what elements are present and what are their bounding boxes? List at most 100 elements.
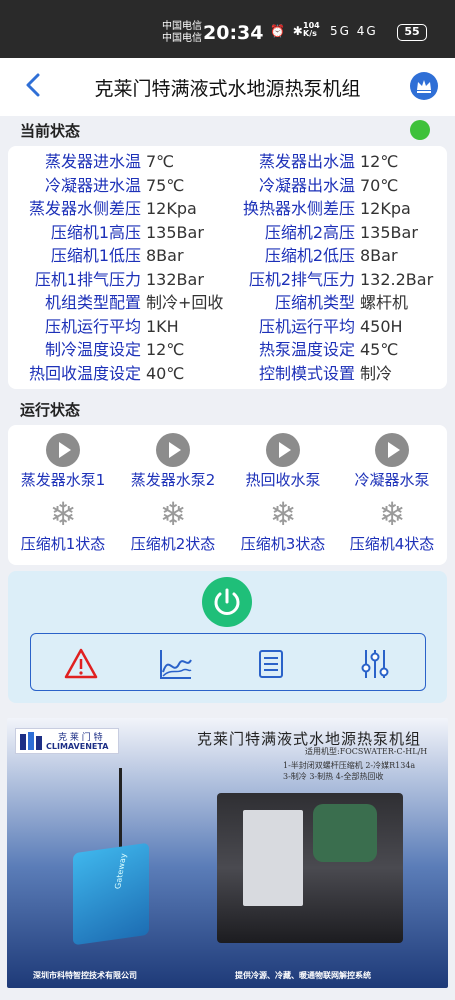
param-label: 冷凝器进水温 xyxy=(44,175,141,195)
compressor-label: 压缩机1状态 xyxy=(20,535,106,553)
online-status-indicator xyxy=(410,120,430,140)
chiller-control-panel-image xyxy=(243,810,303,906)
compressor-label: 压缩机4状态 xyxy=(349,535,435,553)
compressor-status-item: ❄ 压缩机4状态 xyxy=(337,497,447,554)
power-button[interactable] xyxy=(202,577,252,627)
param-row: 机组类型配置 制冷+回收 压缩机类型 螺杆机 xyxy=(8,291,447,314)
param-label: 压缩机2高压 xyxy=(264,222,355,242)
param-row: 蒸发器水侧差压 12Kpa 换热器水侧差压 12Kpa xyxy=(8,197,447,220)
battery-icon: 55 xyxy=(397,24,427,41)
param-value: 70℃ xyxy=(360,175,399,195)
crown-icon[interactable] xyxy=(410,72,438,100)
param-label: 蒸发器出水温 xyxy=(258,152,355,171)
param-value: 40℃ xyxy=(146,363,185,383)
param-label: 换热器水侧差压 xyxy=(242,199,355,218)
banner-model: 适用机型:FOCSWATER-C-HL/H xyxy=(305,747,428,756)
settings-sliders-icon[interactable] xyxy=(357,646,393,682)
pump-status-item: 蒸发器水泵2 xyxy=(118,433,228,490)
product-banner: 克 莱 门 特 CLIMAVENETA 克莱门特满液式水地源热泵机组 适用机型:… xyxy=(7,718,448,988)
param-value: 12℃ xyxy=(146,340,185,359)
run-status-card: 蒸发器水泵1 蒸发器水泵2 热回收水泵 冷凝器水泵 ❄ 压缩机1状态 ❄ 压缩机2状态 ❄ 压缩机… xyxy=(8,425,447,565)
alarm-icon[interactable] xyxy=(63,646,99,682)
run-status-title: 运行状态 xyxy=(20,401,81,419)
param-label: 制冷温度设定 xyxy=(44,340,141,359)
param-value: 135Bar xyxy=(360,222,418,242)
param-label: 压缩机1高压 xyxy=(50,222,141,242)
pump-status-item: 蒸发器水泵1 xyxy=(8,433,118,490)
param-value: 制冷 xyxy=(360,363,393,383)
alarm-bluetooth-icons: ⏰ ✱ xyxy=(270,24,305,38)
param-value: 8Bar xyxy=(146,246,184,265)
param-row: 压机1排气压力 132Bar 压机2排气压力 132.2Bar xyxy=(8,268,447,291)
param-label: 压机1排气压力 xyxy=(34,269,141,289)
compressor-status-item: ❄ 压缩机3状态 xyxy=(228,497,338,554)
param-value: 450H xyxy=(360,316,403,336)
pump-status-item: 冷凝器水泵 xyxy=(337,433,447,490)
param-value: 7℃ xyxy=(146,152,175,171)
play-icon xyxy=(266,433,300,467)
param-value: 12Kpa xyxy=(146,199,197,218)
param-value: 75℃ xyxy=(146,175,185,195)
page-title: 克莱门特满液式水地源热泵机组 xyxy=(94,78,361,100)
param-value: 8Bar xyxy=(360,246,398,265)
param-label: 机组类型配置 xyxy=(44,293,141,312)
param-value: 12Kpa xyxy=(360,199,411,218)
param-label: 压机运行平均 xyxy=(258,316,355,336)
compressor-image xyxy=(313,804,377,862)
snowflake-icon: ❄ xyxy=(378,495,406,533)
param-label: 热回收温度设定 xyxy=(28,363,141,383)
chart-icon[interactable] xyxy=(157,646,193,682)
status-time: 20:34 xyxy=(203,22,264,44)
snowflake-icon: ❄ xyxy=(269,495,297,533)
param-row: 压缩机1低压 8Bar 压缩机2低压 8Bar xyxy=(8,244,447,267)
system-status-bar: 中国电信 中国电信 20:34 ⏰ ✱ 104 K/s 5G 4G 55 xyxy=(0,0,455,58)
gateway-device-image: Gateway xyxy=(73,842,149,946)
pump-label: 蒸发器水泵1 xyxy=(20,471,106,489)
param-value: 螺杆机 xyxy=(360,293,409,312)
banner-tagline: 提供冷源、冷藏、暖通物联网解控系统 xyxy=(235,970,371,980)
param-value: 制冷+回收 xyxy=(146,293,224,312)
signal-icon: 5G 4G xyxy=(330,24,378,38)
param-label: 压缩机类型 xyxy=(274,293,355,312)
param-row: 制冷温度设定 12℃ 热泵温度设定 45℃ xyxy=(8,338,447,361)
param-label: 蒸发器水侧差压 xyxy=(28,199,141,218)
speed-unit: K/s xyxy=(303,29,317,38)
param-value: 12℃ xyxy=(360,152,399,171)
banner-company: 深圳市科特智控技术有限公司 xyxy=(33,970,137,980)
param-value: 135Bar xyxy=(146,222,204,242)
snowflake-icon: ❄ xyxy=(49,495,77,533)
carrier-2: 中国电信 xyxy=(162,33,202,44)
brand-logo-en: CLIMAVENETA xyxy=(46,742,109,751)
play-icon xyxy=(375,433,409,467)
compressor-status-item: ❄ 压缩机2状态 xyxy=(118,497,228,554)
param-row: 热回收温度设定 40℃ 控制模式设置 制冷 xyxy=(8,362,447,385)
power-icon xyxy=(214,588,240,615)
param-label: 压机运行平均 xyxy=(44,316,141,336)
pump-label: 冷凝器水泵 xyxy=(354,471,430,489)
snowflake-icon: ❄ xyxy=(159,495,187,533)
pump-label: 热回收水泵 xyxy=(245,471,321,489)
param-value: 132Bar xyxy=(146,269,204,289)
param-label: 压缩机1低压 xyxy=(50,246,141,265)
banner-features-1: 1-半封闭双螺杆压缩机 2-冷媒R134a xyxy=(283,761,416,770)
param-value: 45℃ xyxy=(360,340,399,359)
compressor-status-item: ❄ 压缩机1状态 xyxy=(8,497,118,554)
carrier-labels: 中国电信 中国电信 xyxy=(162,21,202,45)
list-icon[interactable] xyxy=(253,646,289,682)
pump-status-item: 热回收水泵 xyxy=(228,433,338,490)
play-icon xyxy=(46,433,80,467)
param-value: 1KH xyxy=(146,316,179,336)
parameters-card: 蒸发器进水温 7℃ 蒸发器出水温 12℃ 冷凝器进水温 75℃ 冷凝器出水温 70℃ 蒸发器水侧… xyxy=(8,146,447,389)
param-label: 冷凝器出水温 xyxy=(258,175,355,195)
control-panel xyxy=(8,571,447,703)
banner-features-2: 3-制冷 3-制热 4-全部热回收 xyxy=(283,772,384,781)
current-status-title: 当前状态 xyxy=(20,122,81,140)
brand-logo-mark xyxy=(20,732,42,750)
param-row: 蒸发器进水温 7℃ 蒸发器出水温 12℃ xyxy=(8,150,447,173)
network-speed: 104 K/s xyxy=(303,22,320,38)
function-toolbar xyxy=(30,633,426,691)
param-row: 压机运行平均 1KH 压机运行平均 450H xyxy=(8,315,447,338)
app-header: 克莱门特满液式水地源热泵机组 xyxy=(0,58,455,116)
compressor-label: 压缩机2状态 xyxy=(130,535,216,553)
antenna-image xyxy=(119,768,122,848)
